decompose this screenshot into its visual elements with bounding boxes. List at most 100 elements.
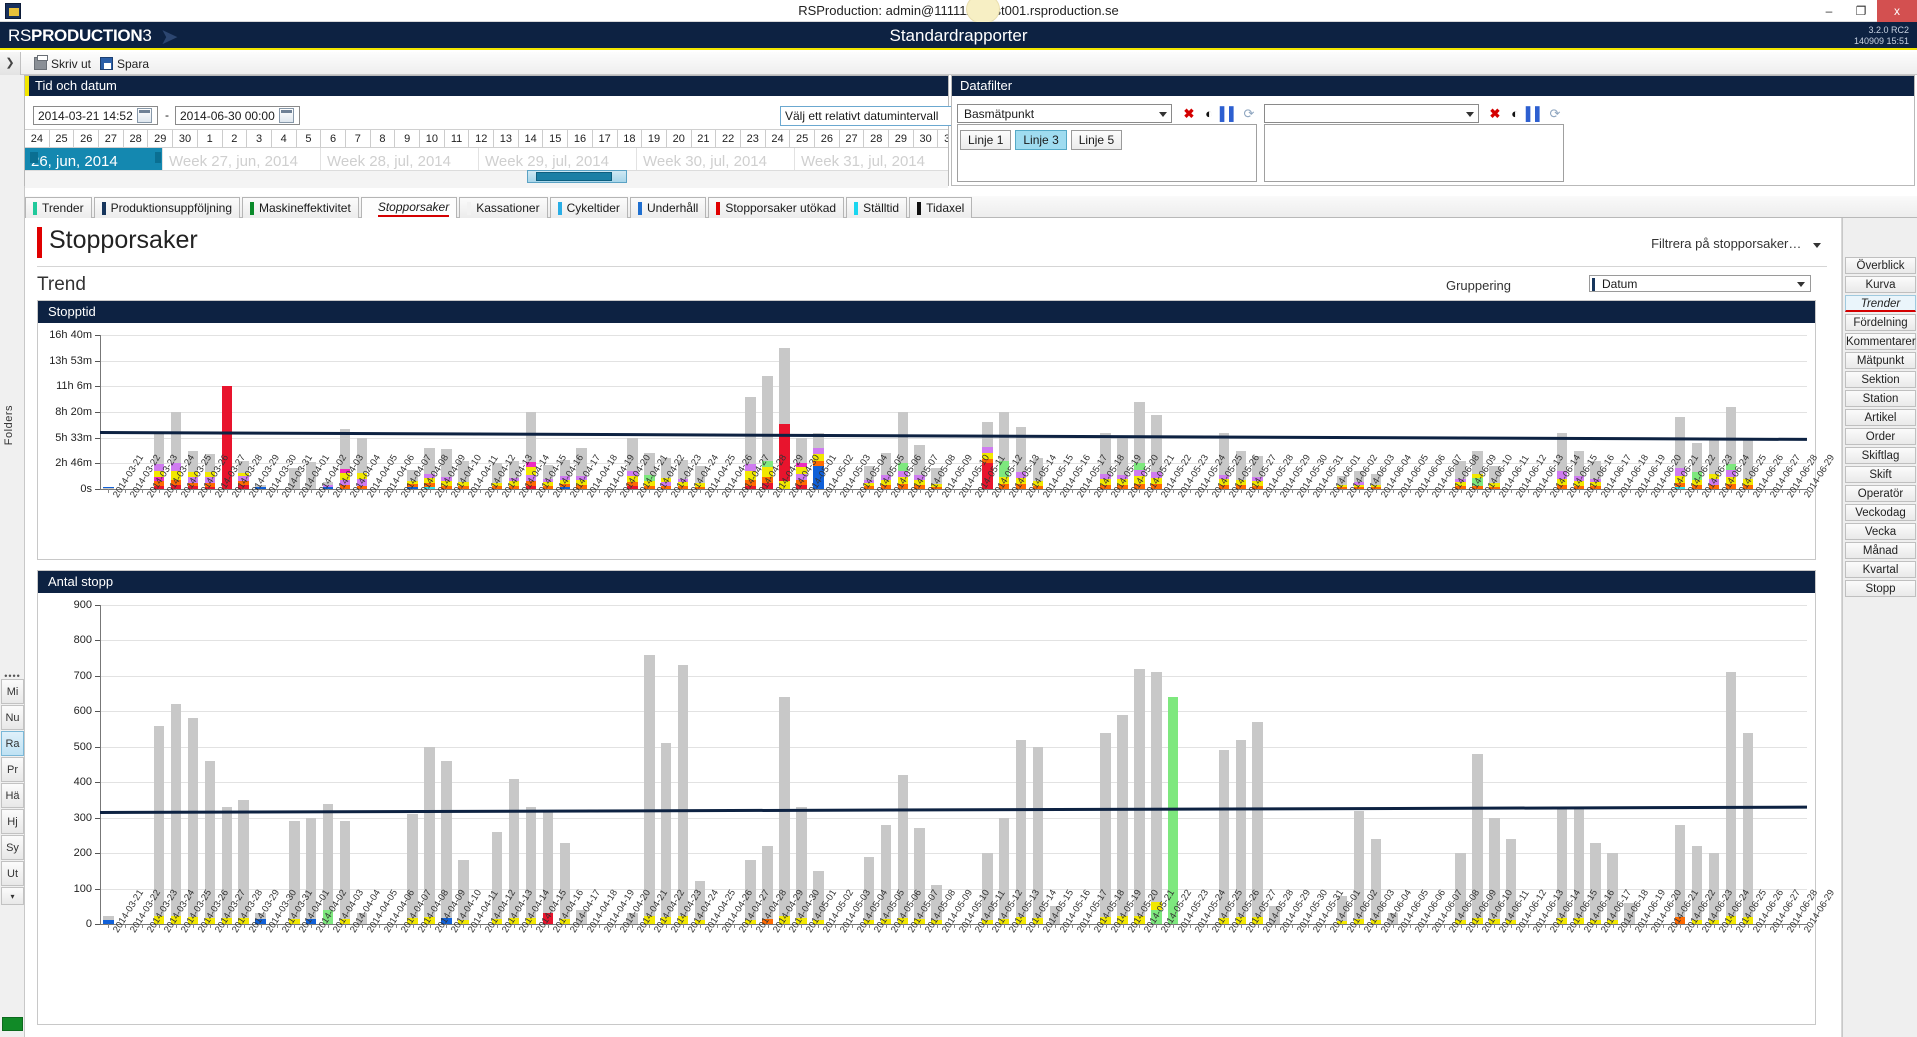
- day-cell[interactable]: 12: [469, 130, 495, 147]
- bar[interactable]: [677, 665, 689, 924]
- tab-maskineffektivitet[interactable]: Maskineffektivitet: [242, 197, 359, 218]
- secondary-filter-dropdown[interactable]: [1264, 104, 1479, 123]
- tab-trender[interactable]: Trender: [25, 197, 92, 218]
- sidebar-item-kurva[interactable]: Kurva: [1845, 276, 1916, 293]
- stop-count-plot[interactable]: 900 800 700 600 500 400 300 200 100 0 2014-03-21 20…: [38, 593, 1837, 1024]
- day-cell[interactable]: 25: [50, 130, 75, 147]
- invert-icon[interactable]: ◐: [1506, 104, 1524, 123]
- day-cell[interactable]: 25: [790, 130, 815, 147]
- day-cell[interactable]: 24: [25, 130, 50, 147]
- day-cell[interactable]: 7: [346, 130, 371, 147]
- filter-chip[interactable]: Linje 3: [1015, 130, 1067, 150]
- filter-chip[interactable]: Linje 1: [960, 130, 1012, 150]
- day-cell[interactable]: 28: [864, 130, 890, 147]
- maximize-button[interactable]: ❐: [1845, 0, 1877, 22]
- day-cell[interactable]: 20: [667, 130, 692, 147]
- day-cell[interactable]: 8: [371, 130, 396, 147]
- sidebar-item-vecka[interactable]: Vecka: [1845, 523, 1916, 540]
- calendar-icon[interactable]: [136, 108, 152, 123]
- tab-produktionsuppföljning[interactable]: Produktionsuppföljning: [93, 197, 240, 218]
- secondary-filter-chip-box[interactable]: [1264, 124, 1564, 182]
- invert-icon[interactable]: ◐: [1200, 104, 1218, 123]
- refresh-icon[interactable]: ⟳: [1240, 104, 1258, 123]
- day-cell[interactable]: 16: [568, 130, 593, 147]
- day-cell[interactable]: 4: [272, 130, 297, 147]
- sidebar-item-kommentarer[interactable]: Kommentarer: [1845, 333, 1916, 350]
- tab-cykeltider[interactable]: Cykeltider: [549, 197, 628, 218]
- day-cell[interactable]: 21: [692, 130, 717, 147]
- sidebar-item-månad[interactable]: Månad: [1845, 542, 1916, 559]
- day-cell[interactable]: 1: [198, 130, 223, 147]
- stop-reason-filter-dropdown[interactable]: Filtrera på stopporsaker…: [1651, 236, 1821, 251]
- rail-more-caret[interactable]: ▾: [1, 887, 24, 905]
- left-panel-expander[interactable]: ❯: [0, 52, 21, 75]
- day-cell[interactable]: 28: [124, 130, 149, 147]
- sidebar-item-överblick[interactable]: Överblick: [1845, 257, 1916, 274]
- tab-underhåll[interactable]: Underhåll: [629, 197, 707, 218]
- rail-button-pr[interactable]: Pr: [1, 757, 24, 782]
- day-cell[interactable]: 29: [148, 130, 174, 147]
- sidebar-item-mätpunkt[interactable]: Mätpunkt: [1845, 352, 1916, 369]
- sidebar-item-fördelning[interactable]: Fördelning: [1845, 314, 1916, 331]
- week-range-end-marker[interactable]: [155, 152, 161, 163]
- delete-icon[interactable]: ✖: [1486, 104, 1504, 123]
- day-cell[interactable]: 30: [914, 130, 939, 147]
- sidebar-item-stopp[interactable]: Stopp: [1845, 580, 1916, 597]
- bar[interactable]: [1134, 668, 1145, 924]
- day-cell[interactable]: 23: [741, 130, 766, 147]
- day-cell[interactable]: 3: [247, 130, 272, 147]
- sidebar-item-kvartal[interactable]: Kvartal: [1845, 561, 1916, 578]
- date-from-field[interactable]: 2014-03-21 14:52: [33, 106, 158, 125]
- day-cell[interactable]: 9: [395, 130, 420, 147]
- sidebar-item-order[interactable]: Order: [1845, 428, 1916, 445]
- close-button[interactable]: x: [1877, 0, 1917, 22]
- week-range-start-marker[interactable]: [30, 152, 38, 163]
- day-cell[interactable]: 27: [99, 130, 124, 147]
- day-cell[interactable]: 30: [173, 130, 198, 147]
- day-cell[interactable]: 19: [642, 130, 667, 147]
- rail-button-ut[interactable]: Ut: [1, 861, 24, 886]
- base-measure-point-dropdown[interactable]: Basmätpunkt: [957, 104, 1172, 123]
- date-to-field[interactable]: 2014-06-30 00:00: [175, 106, 300, 125]
- sidebar-item-artikel[interactable]: Artikel: [1845, 409, 1916, 426]
- day-cell[interactable]: 2: [223, 130, 248, 147]
- print-button[interactable]: Skriv ut: [34, 55, 91, 72]
- grouping-dropdown[interactable]: Datum: [1589, 275, 1811, 292]
- sidebar-item-sektion[interactable]: Sektion: [1845, 371, 1916, 388]
- day-cell[interactable]: 6: [321, 130, 346, 147]
- day-cell[interactable]: 11: [445, 130, 470, 147]
- timeline-scroll-thumb[interactable]: [536, 172, 612, 181]
- sidebar-item-veckodag[interactable]: Veckodag: [1845, 504, 1916, 521]
- tab-tidaxel[interactable]: Tidaxel: [909, 197, 973, 218]
- sidebar-item-skift[interactable]: Skift: [1845, 466, 1916, 483]
- columns-icon[interactable]: ▌▌: [1526, 104, 1544, 123]
- timeline-scroll-track[interactable]: [25, 170, 948, 188]
- day-cell[interactable]: 22: [716, 130, 741, 147]
- tab-stopporsaker-utökad[interactable]: Stopporsaker utökad: [708, 197, 845, 218]
- delete-icon[interactable]: ✖: [1180, 104, 1198, 123]
- day-cell[interactable]: 18: [618, 130, 643, 147]
- rail-button-hj[interactable]: Hj: [1, 809, 24, 834]
- bar[interactable]: [103, 916, 114, 924]
- bar[interactable]: [644, 654, 655, 924]
- sidebar-item-operatör[interactable]: Operatör: [1845, 485, 1916, 502]
- day-cell[interactable]: 24: [766, 130, 791, 147]
- rail-button-ra[interactable]: Ra: [1, 731, 24, 756]
- save-button[interactable]: Spara: [100, 55, 149, 72]
- bar[interactable]: [1151, 672, 1162, 924]
- sidebar-item-trender[interactable]: Trender: [1845, 295, 1916, 312]
- bar[interactable]: [1725, 672, 1737, 924]
- day-cell[interactable]: 13: [494, 130, 519, 147]
- calendar-icon[interactable]: [278, 108, 294, 123]
- stop-time-plot[interactable]: 16h 40m 13h 53m 11h 6m 8h 20m 5h 33m 2h 46m 0s…: [38, 323, 1837, 559]
- day-cell[interactable]: 29: [889, 130, 914, 147]
- base-measure-point-chip-box[interactable]: Linje 1 Linje 3 Linje 5: [957, 124, 1257, 182]
- tab-kassationer[interactable]: Kassationer: [459, 197, 548, 218]
- rail-button-hä[interactable]: Hä: [1, 783, 24, 808]
- rail-button-sy[interactable]: Sy: [1, 835, 24, 860]
- minimize-button[interactable]: –: [1813, 0, 1845, 22]
- tab-ställtid[interactable]: Ställtid: [846, 197, 908, 218]
- relative-range-dropdown[interactable]: Välj ett relativt datumintervall: [780, 106, 970, 126]
- sidebar-item-skiftlag[interactable]: Skiftlag: [1845, 447, 1916, 464]
- day-cell[interactable]: 26: [74, 130, 100, 147]
